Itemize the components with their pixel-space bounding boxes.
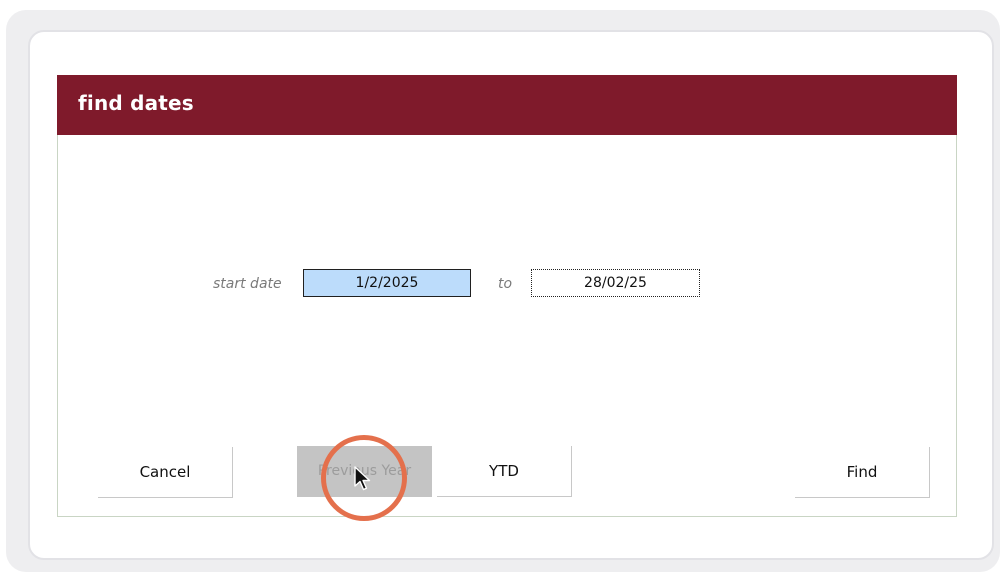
ytd-button[interactable]: YTD <box>437 446 572 497</box>
find-button[interactable]: Find <box>795 447 930 498</box>
end-date-field[interactable]: 28/02/25 <box>531 269 700 297</box>
previous-year-button[interactable]: Previous Year <box>297 446 432 497</box>
to-label: to <box>498 276 513 292</box>
start-date-label: start date <box>213 276 282 292</box>
find-dates-dialog: find dates start date 1/2/2025 to 28/02/… <box>57 75 957 517</box>
cancel-button[interactable]: Cancel <box>98 447 233 498</box>
dialog-titlebar: find dates <box>57 75 957 135</box>
start-date-field[interactable]: 1/2/2025 <box>303 269 471 297</box>
dialog-title: find dates <box>78 91 194 115</box>
